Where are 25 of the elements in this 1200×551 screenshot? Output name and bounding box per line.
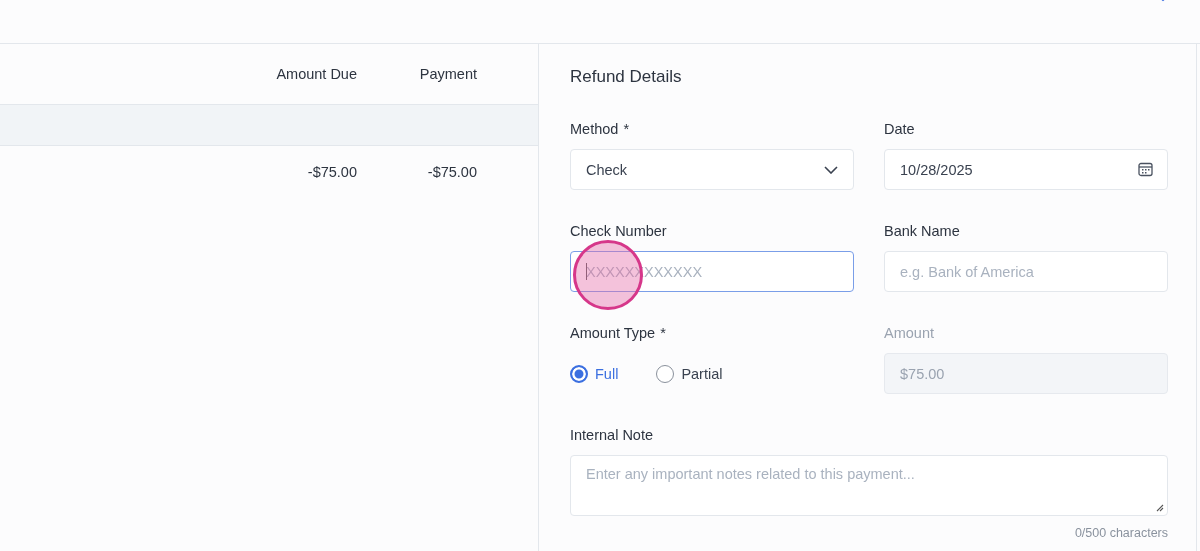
radio-button[interactable] <box>570 364 588 383</box>
section-title: Refund Details <box>570 66 682 88</box>
required-mark: * <box>623 121 630 137</box>
field-label: Bank Name <box>884 223 960 239</box>
date-field[interactable]: 10/28/2025 <box>884 149 1168 190</box>
field-label: Check Number <box>570 223 667 239</box>
resize-handle-icon[interactable] <box>1156 504 1164 512</box>
character-counter: 0/500 characters <box>1074 526 1168 540</box>
calendar-icon[interactable] <box>1138 162 1153 177</box>
radio-button[interactable] <box>656 364 675 383</box>
note-field[interactable]: Enter any important notes related to this payment... <box>570 455 1168 516</box>
field-label: Amount <box>884 325 934 341</box>
column-header: Amount Due <box>276 66 357 82</box>
field-label: Method <box>570 121 619 137</box>
radio-label[interactable]: Partial <box>681 365 723 382</box>
column-header: Payment <box>419 66 477 82</box>
method-select[interactable]: Check <box>570 149 854 190</box>
field-label: Amount Type <box>570 325 656 341</box>
table-cell: -$75.00 <box>307 164 357 180</box>
table-cell: -$75.00 <box>427 164 477 180</box>
chevron-down-icon <box>824 165 838 174</box>
required-mark: * <box>660 325 666 341</box>
field-label: Date <box>884 121 915 137</box>
radio-label[interactable]: Full <box>595 365 619 382</box>
field-label: Internal Note <box>570 427 654 443</box>
